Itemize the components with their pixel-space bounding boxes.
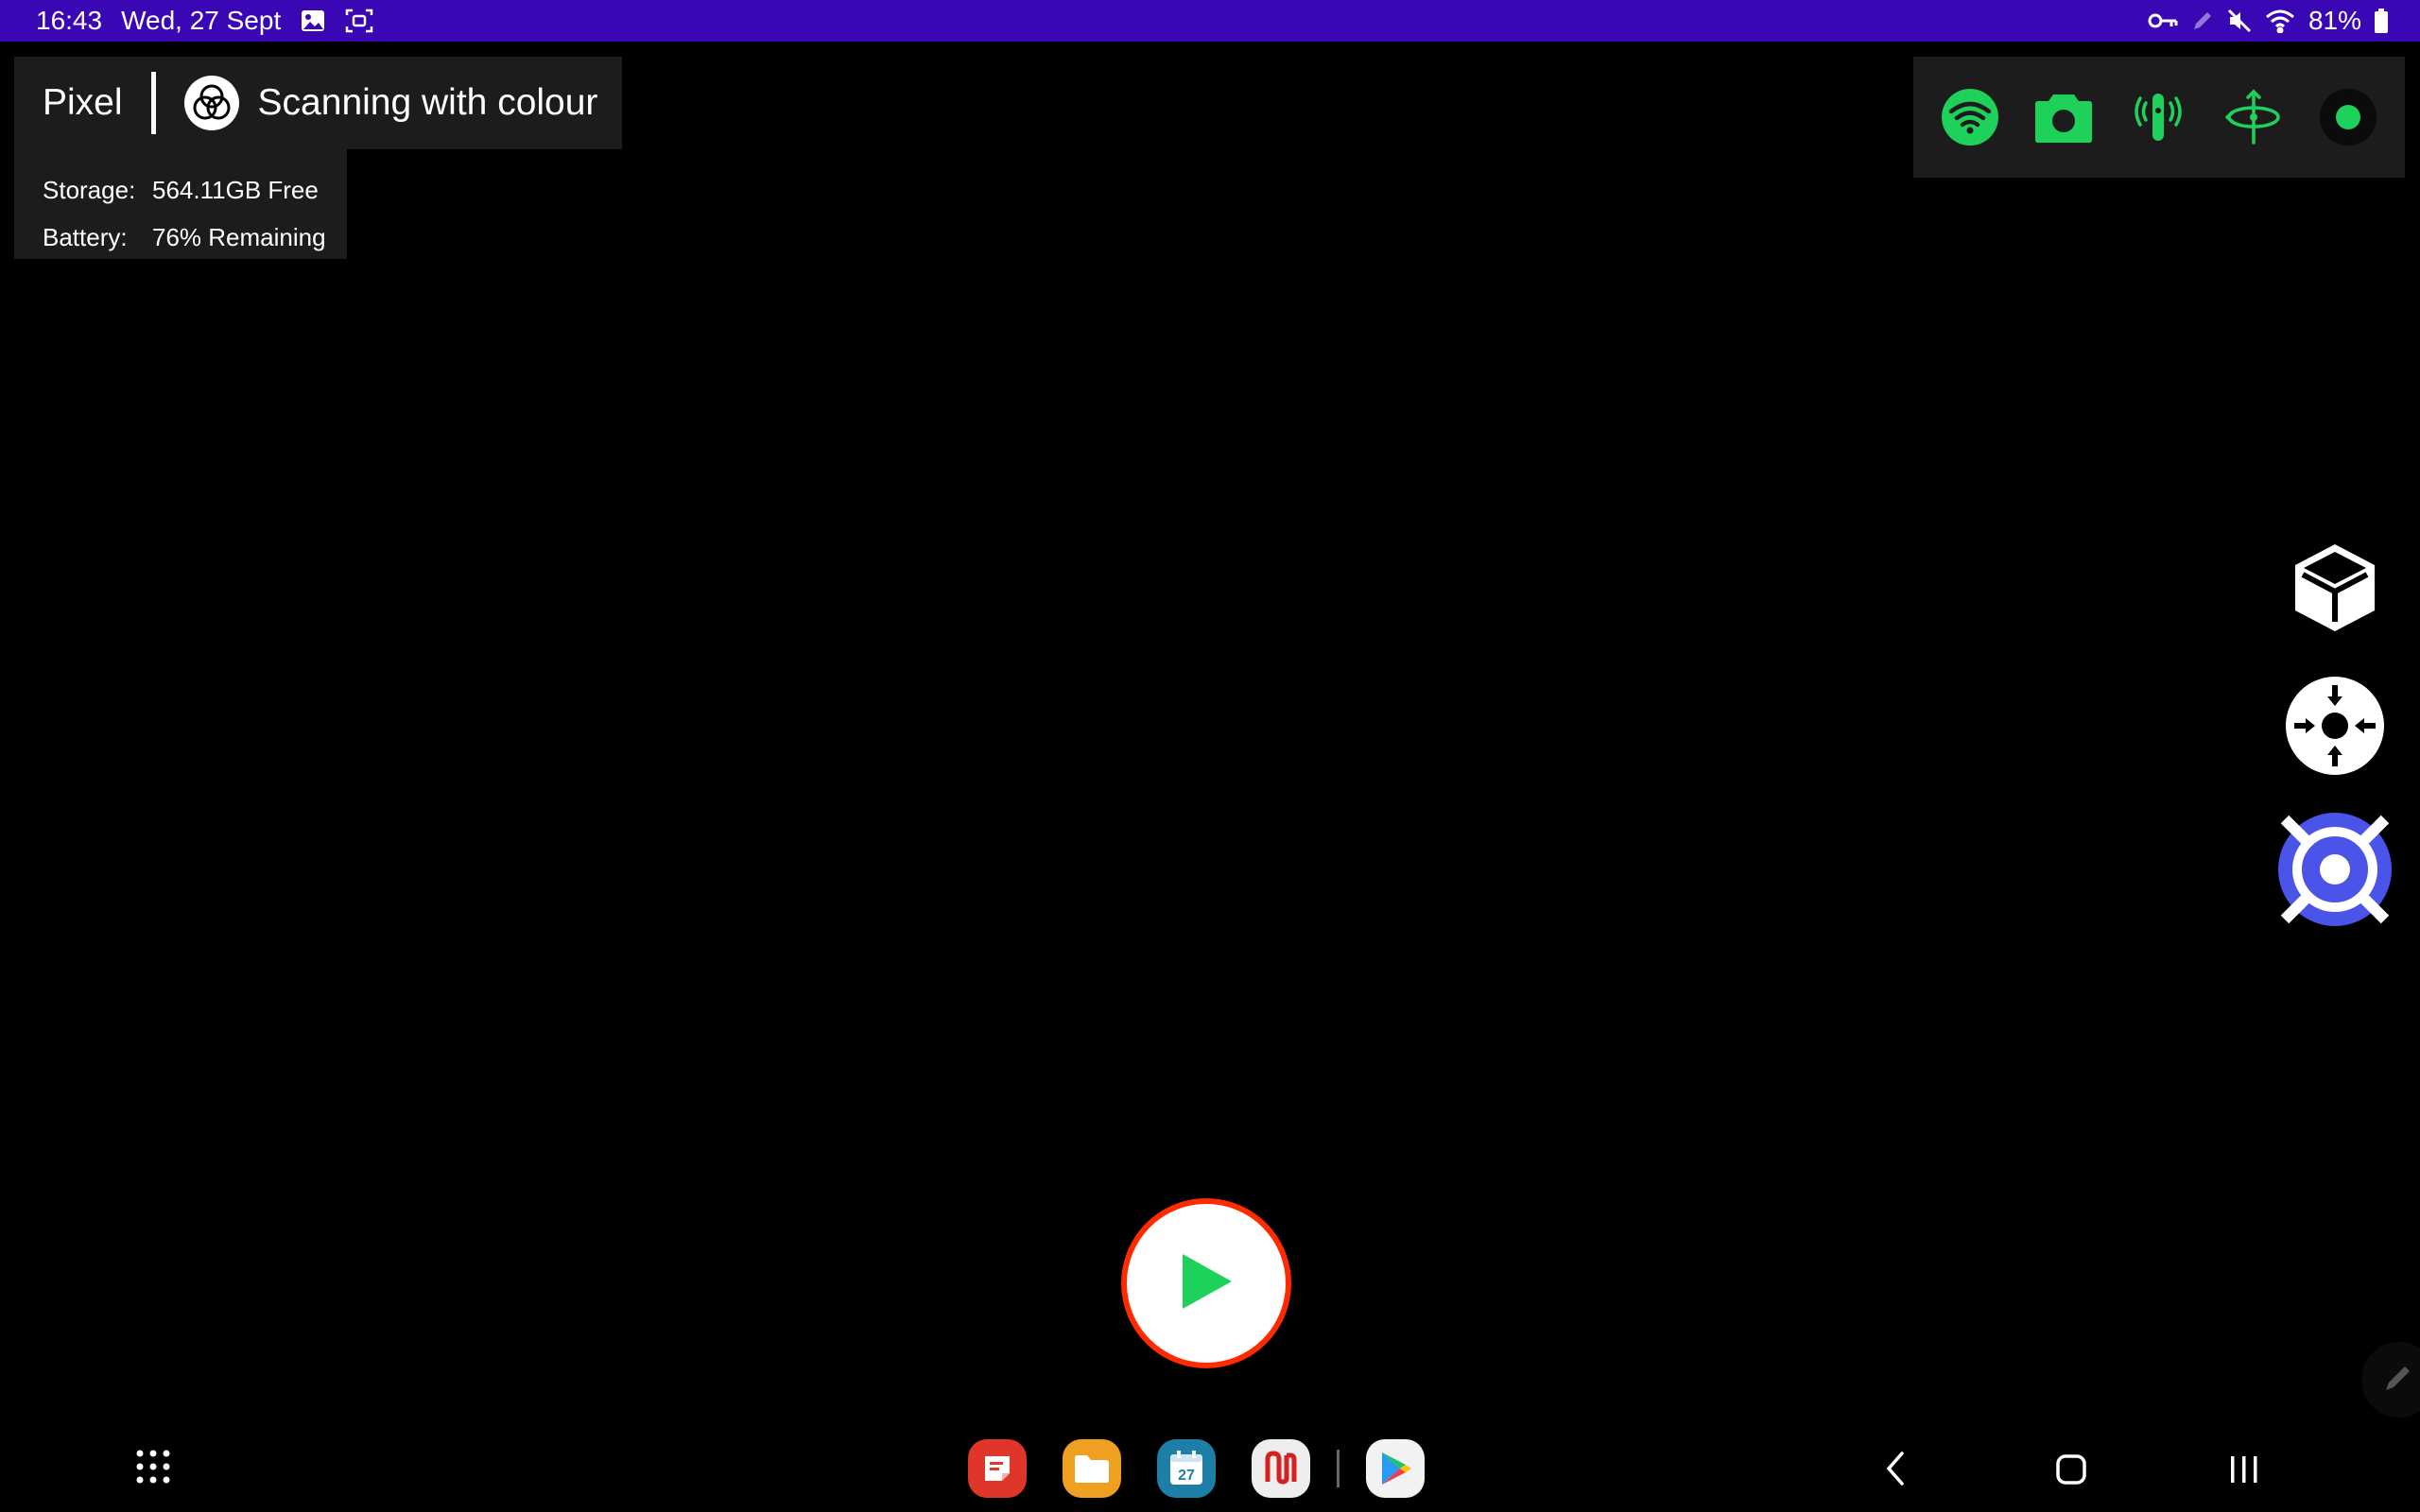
back-icon	[1881, 1452, 1908, 1491]
home-icon	[2055, 1454, 2087, 1489]
play-icon	[1177, 1250, 1236, 1317]
record-dot-icon[interactable]	[2319, 88, 2377, 146]
status-bar: 16:43 Wed, 27 Sept 81%	[0, 0, 2420, 42]
target-scan-icon	[2277, 812, 2393, 927]
status-date: Wed, 27 Sept	[121, 6, 282, 35]
battery-percentage: 81%	[2308, 6, 2361, 35]
battery-row: Battery: 76% Remaining	[43, 214, 347, 261]
status-time: 16:43	[36, 6, 103, 35]
storage-value: 564.11GB Free	[152, 176, 319, 204]
nav-home-button[interactable]	[2055, 1453, 2087, 1490]
calendar-app-icon[interactable]: 27	[1157, 1439, 1216, 1498]
wifi-icon[interactable]	[1941, 88, 1999, 146]
pen-icon	[2382, 1362, 2414, 1399]
app-dock: 27	[968, 1439, 1461, 1498]
status-indicator-panel	[1913, 57, 2405, 178]
camera-icon[interactable]	[2034, 91, 2093, 144]
nav-back-button[interactable]	[1881, 1450, 1908, 1492]
battery-value: 76% Remaining	[152, 223, 326, 251]
app-drawer-button[interactable]	[132, 1446, 174, 1487]
center-focus-button[interactable]	[2278, 669, 2392, 782]
center-focus-icon	[2285, 676, 2385, 776]
battery-icon	[2375, 9, 2388, 33]
mute-icon	[2227, 9, 2252, 33]
3d-cube-icon	[2288, 539, 2382, 637]
target-scan-button[interactable]	[2278, 813, 2392, 926]
dock-separator	[1337, 1450, 1340, 1487]
play-store-app-icon[interactable]	[1366, 1439, 1425, 1498]
app-grid-icon	[132, 1450, 174, 1491]
battery-label: Battery:	[43, 223, 128, 251]
red-logo-app-icon[interactable]	[1252, 1439, 1310, 1498]
gimbal-rotation-icon[interactable]	[2223, 88, 2284, 146]
storage-row: Storage: 564.11GB Free	[43, 166, 347, 214]
calendar-date-label: 27	[1178, 1468, 1195, 1484]
screen-capture-icon	[345, 8, 373, 34]
wifi-icon	[2265, 9, 2295, 33]
start-scan-button[interactable]	[1121, 1198, 1291, 1368]
colour-circles-icon	[183, 76, 239, 130]
3d-view-button[interactable]	[2278, 531, 2392, 644]
nav-recents-button[interactable]	[2227, 1454, 2261, 1489]
panel-divider	[150, 72, 156, 134]
storage-label: Storage:	[43, 176, 136, 204]
gallery-icon	[300, 8, 326, 34]
scan-mode-label: Scanning with colour	[257, 82, 598, 123]
device-panel: Pixel Scanning with colour	[14, 57, 622, 149]
pen-icon	[2191, 9, 2214, 32]
device-name: Pixel	[43, 82, 123, 123]
device-info-panel: Storage: 564.11GB Free Battery: 76% Rema…	[14, 149, 347, 259]
recents-icon	[2227, 1456, 2261, 1488]
notes-app-icon[interactable]	[968, 1439, 1027, 1498]
signal-antenna-icon[interactable]	[2129, 88, 2187, 146]
files-app-icon[interactable]	[1063, 1439, 1121, 1498]
key-icon	[2148, 9, 2178, 32]
edge-panel-handle[interactable]	[2361, 1342, 2420, 1418]
